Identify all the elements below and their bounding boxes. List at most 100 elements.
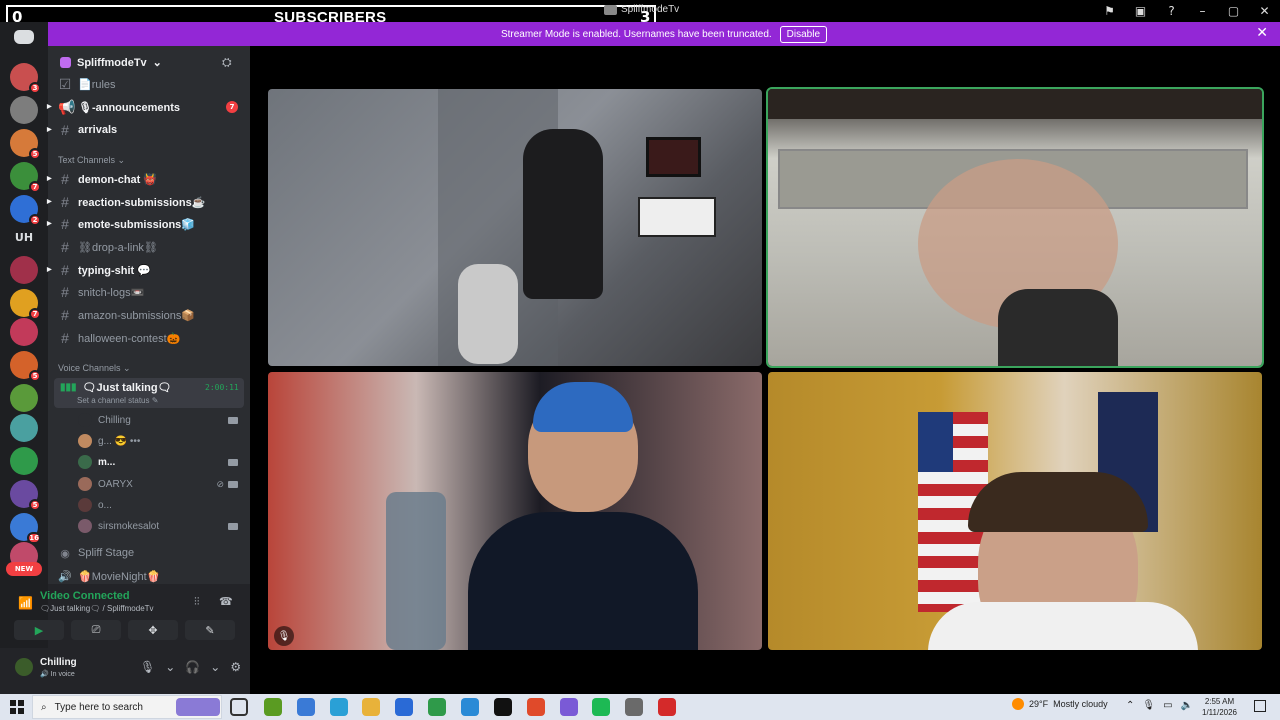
server-icon: [60, 57, 71, 68]
server-icon[interactable]: 3: [10, 63, 41, 94]
taskbar-app-icon[interactable]: [362, 698, 380, 716]
text-channels-category[interactable]: Text Channels ⌄: [58, 155, 125, 166]
signal-icon[interactable]: 📶: [18, 596, 33, 610]
taskbar-app-icon[interactable]: [592, 698, 610, 716]
taskbar-app-icon[interactable]: [330, 698, 348, 716]
taskbar-app-icon[interactable]: [395, 698, 413, 716]
hash-icon: ☑: [58, 75, 72, 92]
video-tile[interactable]: [768, 372, 1262, 650]
microphone-icon[interactable]: 🎙: [140, 660, 155, 674]
maximize-icon[interactable]: ▢: [1218, 0, 1249, 22]
voice-user[interactable]: m...: [78, 452, 244, 472]
server-header[interactable]: SpliffmodeTv ⌄: [60, 56, 162, 69]
chevron-down-icon[interactable]: ⌄: [165, 660, 175, 674]
channel-item[interactable]: ▶ # emote-submissions🧊: [47, 214, 244, 234]
voice-channel-item[interactable]: ◉ Spliff Stage: [58, 543, 244, 563]
close-icon[interactable]: ✕: [1256, 25, 1268, 41]
taskbar-app-icon[interactable]: [658, 698, 676, 716]
add-member-icon[interactable]: ⛭: [222, 55, 232, 70]
server-icon[interactable]: [10, 96, 38, 124]
mention-badge: 7: [226, 101, 238, 113]
channel-item[interactable]: ☑ 📄rules: [58, 74, 244, 94]
screen-icon[interactable]: ▣: [1125, 0, 1156, 22]
gear-icon[interactable]: ⚙: [230, 660, 241, 674]
server-icon[interactable]: [10, 384, 38, 412]
taskbar-app-icon[interactable]: [527, 698, 545, 716]
server-icon[interactable]: [10, 318, 38, 346]
microphone-icon[interactable]: 🎙: [1142, 700, 1155, 711]
voice-user[interactable]: sirsmokesalot: [78, 516, 244, 536]
channel-item[interactable]: ▶ # typing-shit 💬: [47, 260, 244, 280]
channel-item[interactable]: # amazon-submissions📦: [58, 305, 244, 325]
disable-streamer-button[interactable]: Disable: [779, 25, 828, 43]
server-icon[interactable]: 5: [10, 480, 41, 511]
notification-badge: 7: [29, 308, 41, 320]
server-icon[interactable]: 7: [10, 162, 41, 193]
server-icon[interactable]: [10, 447, 38, 475]
channel-item[interactable]: ▶ # reaction-submissions☕: [47, 192, 244, 212]
taskbar-app-icon[interactable]: [461, 698, 479, 716]
network-icon[interactable]: ▭: [1163, 700, 1172, 711]
close-window-icon[interactable]: ✕: [1249, 0, 1280, 22]
noise-suppression-icon[interactable]: ⫶⫶: [194, 595, 200, 609]
new-badge: NEW: [6, 562, 42, 576]
channel-item[interactable]: ▶ 📢 🎙-announcements 7: [47, 97, 244, 117]
server-icon[interactable]: [10, 414, 38, 442]
server-icon[interactable]: 5: [10, 351, 41, 382]
weather-widget[interactable]: 29°F Mostly cloudy: [1012, 698, 1108, 710]
headset-icon[interactable]: 🎧: [185, 660, 200, 674]
channel-item[interactable]: # snitch-logs📼: [58, 282, 244, 302]
video-tile[interactable]: [268, 89, 762, 366]
server-icon[interactable]: [10, 256, 38, 284]
discord-logo-icon[interactable]: [14, 30, 34, 44]
taskbar-app-icon[interactable]: [264, 698, 282, 716]
windows-start-icon[interactable]: [10, 700, 24, 714]
server-icon[interactable]: 5: [10, 129, 41, 160]
channel-status-link[interactable]: Set a channel status ✎: [77, 396, 158, 405]
chevron-up-icon[interactable]: ⌃: [1126, 700, 1134, 711]
taskbar-app-icon[interactable]: [494, 698, 512, 716]
user-name[interactable]: Chilling: [40, 657, 77, 668]
server-icon[interactable]: 7: [10, 289, 41, 320]
channel-item[interactable]: # halloween-contest🎃: [58, 328, 244, 348]
video-tile[interactable]: [766, 87, 1264, 368]
voice-user[interactable]: OARYX ⊘: [78, 474, 244, 494]
streamer-mode-banner: Streamer Mode is enabled. Usernames have…: [48, 22, 1280, 46]
channel-item[interactable]: # ⛓drop-a-link⛓: [58, 237, 244, 257]
chevron-down-icon[interactable]: ⌄: [210, 660, 220, 674]
clock[interactable]: 2:55 AM 1/11/2026: [1202, 696, 1237, 718]
taskbar-app-icon[interactable]: [625, 698, 643, 716]
weather-desc: Mostly cloudy: [1053, 699, 1108, 709]
avatar[interactable]: [15, 658, 33, 676]
server-icon[interactable]: 16: [10, 513, 41, 544]
channel-name: arrivals: [78, 124, 118, 136]
taskbar-app-icon[interactable]: [297, 698, 315, 716]
voice-user[interactable]: o...: [78, 495, 244, 515]
notification-icon[interactable]: [1254, 700, 1266, 712]
voice-user[interactable]: Chilling: [78, 410, 244, 430]
taskbar-app-icon[interactable]: [428, 698, 446, 716]
camera-button[interactable]: ▶: [14, 620, 64, 640]
video-tile[interactable]: [268, 372, 762, 650]
server-icon-text[interactable]: UH: [10, 223, 38, 251]
hash-icon: #: [61, 307, 69, 323]
screen-share-button[interactable]: ⎚: [71, 620, 121, 640]
soundboard-button[interactable]: ✎: [185, 620, 235, 640]
unread-indicator: ▶: [47, 267, 52, 273]
server-icon[interactable]: 2: [10, 195, 41, 226]
voice-user[interactable]: g... 😎 •••: [78, 431, 244, 451]
taskbar-app-icon[interactable]: [176, 698, 220, 716]
channel-item[interactable]: ▶ # demon-chat 👹: [47, 169, 244, 189]
volume-icon[interactable]: 🔈: [1181, 700, 1193, 711]
inbox-icon[interactable]: ⚑: [1094, 0, 1125, 22]
activities-button[interactable]: ✥: [128, 620, 178, 640]
voice-channel-item[interactable]: 🔊 🍿MovieNight🍿: [58, 566, 244, 586]
taskbar-app-icon[interactable]: [560, 698, 578, 716]
channel-item[interactable]: ▶ # arrivals: [47, 120, 244, 140]
disconnect-icon[interactable]: ☎: [219, 595, 233, 608]
task-view-icon[interactable]: [230, 698, 248, 716]
voice-connected-channel[interactable]: 🗨Just talking🗨 / SpliffmodeTv: [40, 604, 154, 613]
minimize-icon[interactable]: –: [1187, 0, 1218, 22]
help-icon[interactable]: ?: [1156, 0, 1187, 22]
voice-channels-category[interactable]: Voice Channels ⌄: [58, 363, 131, 374]
